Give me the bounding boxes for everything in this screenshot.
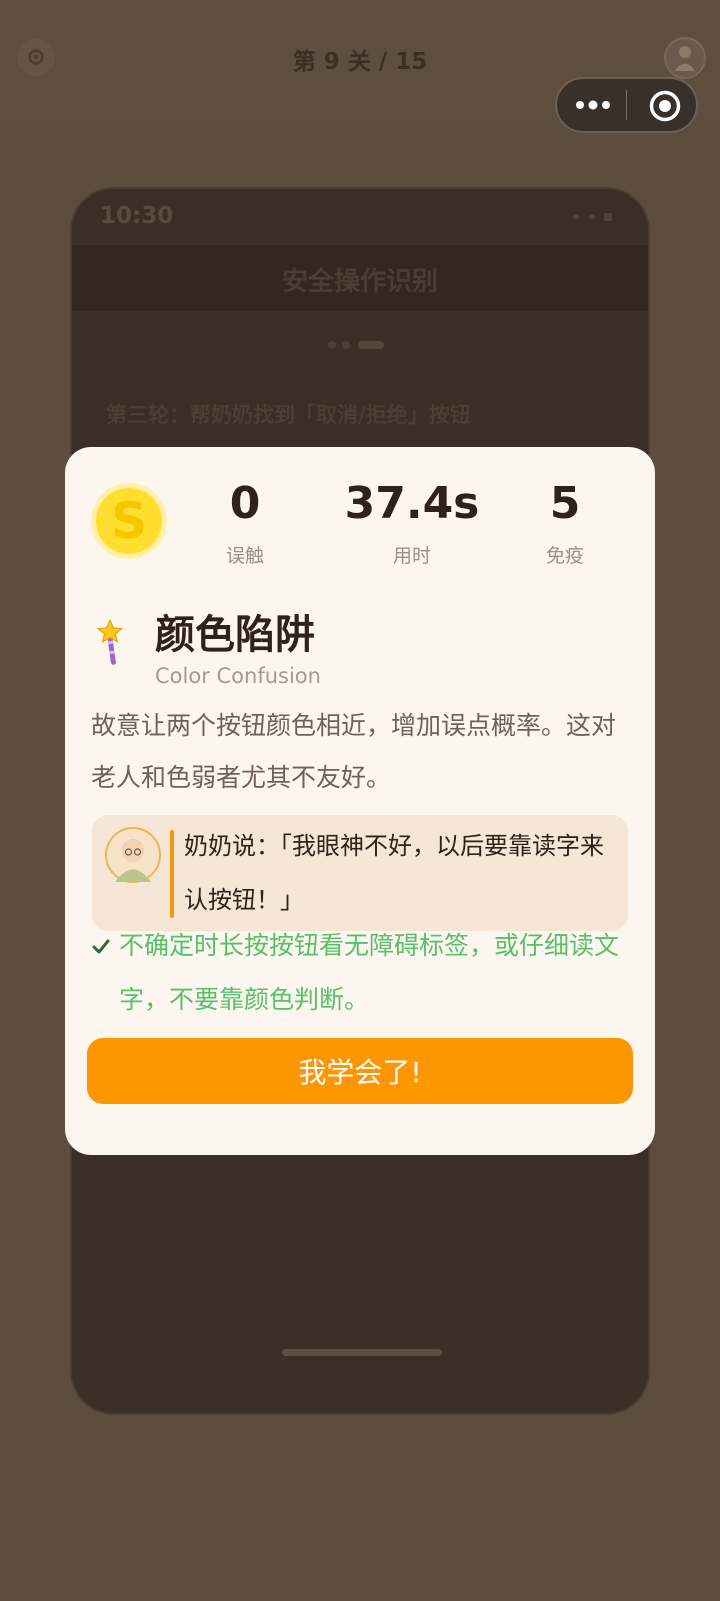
grandma-quote-text: 奶奶说：「我眼神不好，以后要靠读字来认按钮！」 [184, 832, 604, 914]
stat-label: 用时 [392, 545, 431, 567]
home-indicator [282, 1349, 442, 1356]
phone-app-header: 安全操作识别 [72, 245, 648, 311]
user-avatar[interactable] [664, 37, 706, 79]
trap-subtitle: Color Confusion [155, 664, 321, 688]
stat-time: 37.4s 用时 [332, 479, 492, 568]
trap-description: 故意让两个按钮颜色相近，增加误点概率。这对老人和色弱者尤其不友好。 [91, 711, 617, 792]
round-indicator [328, 341, 384, 349]
stat-value: 5 [549, 478, 581, 529]
coin-icon: S [91, 483, 167, 559]
close-miniprogram-icon[interactable] [648, 89, 682, 123]
level-progress-title: 第 9 关 / 15 [292, 49, 428, 75]
phone-question-text: 第三轮：帮奶奶找到「取消/拒绝」按钮 [106, 403, 471, 427]
stat-immunity: 5 免疫 [485, 479, 645, 568]
more-icon[interactable] [575, 96, 611, 114]
got-it-button[interactable]: 我学会了! [87, 1038, 633, 1104]
grandma-avatar [105, 827, 161, 883]
stat-value: 37.4s [344, 478, 480, 529]
miniprogram-capsule [555, 77, 698, 133]
safety-tip-text: 不确定时长按按钮看无障碍标签，或仔细读文字，不要靠颜色判断。 [119, 931, 620, 1014]
capsule-divider [626, 90, 627, 120]
phone-status-icons [573, 213, 612, 221]
stat-label: 免疫 [545, 545, 584, 567]
stat-label: 误触 [225, 545, 264, 567]
phone-status-time: 10:30 [100, 203, 174, 229]
svg-text:S: S [111, 492, 147, 550]
grandma-quote-box: 奶奶说：「我眼神不好，以后要靠读字来认按钮！」 [92, 815, 628, 931]
quote-accent-bar [170, 830, 174, 918]
check-icon [92, 939, 110, 954]
trap-title: 颜色陷阱 [155, 612, 315, 658]
result-modal: S 0 误触 37.4s 用时 5 免疫 颜色陷阱 Color Confusio… [65, 447, 655, 1155]
magic-wand-icon [96, 619, 124, 665]
person-icon [675, 46, 695, 71]
phone-header-title: 安全操作识别 [281, 267, 438, 297]
stat-value: 0 [229, 478, 261, 529]
stat-mistouch: 0 误触 [165, 479, 325, 568]
